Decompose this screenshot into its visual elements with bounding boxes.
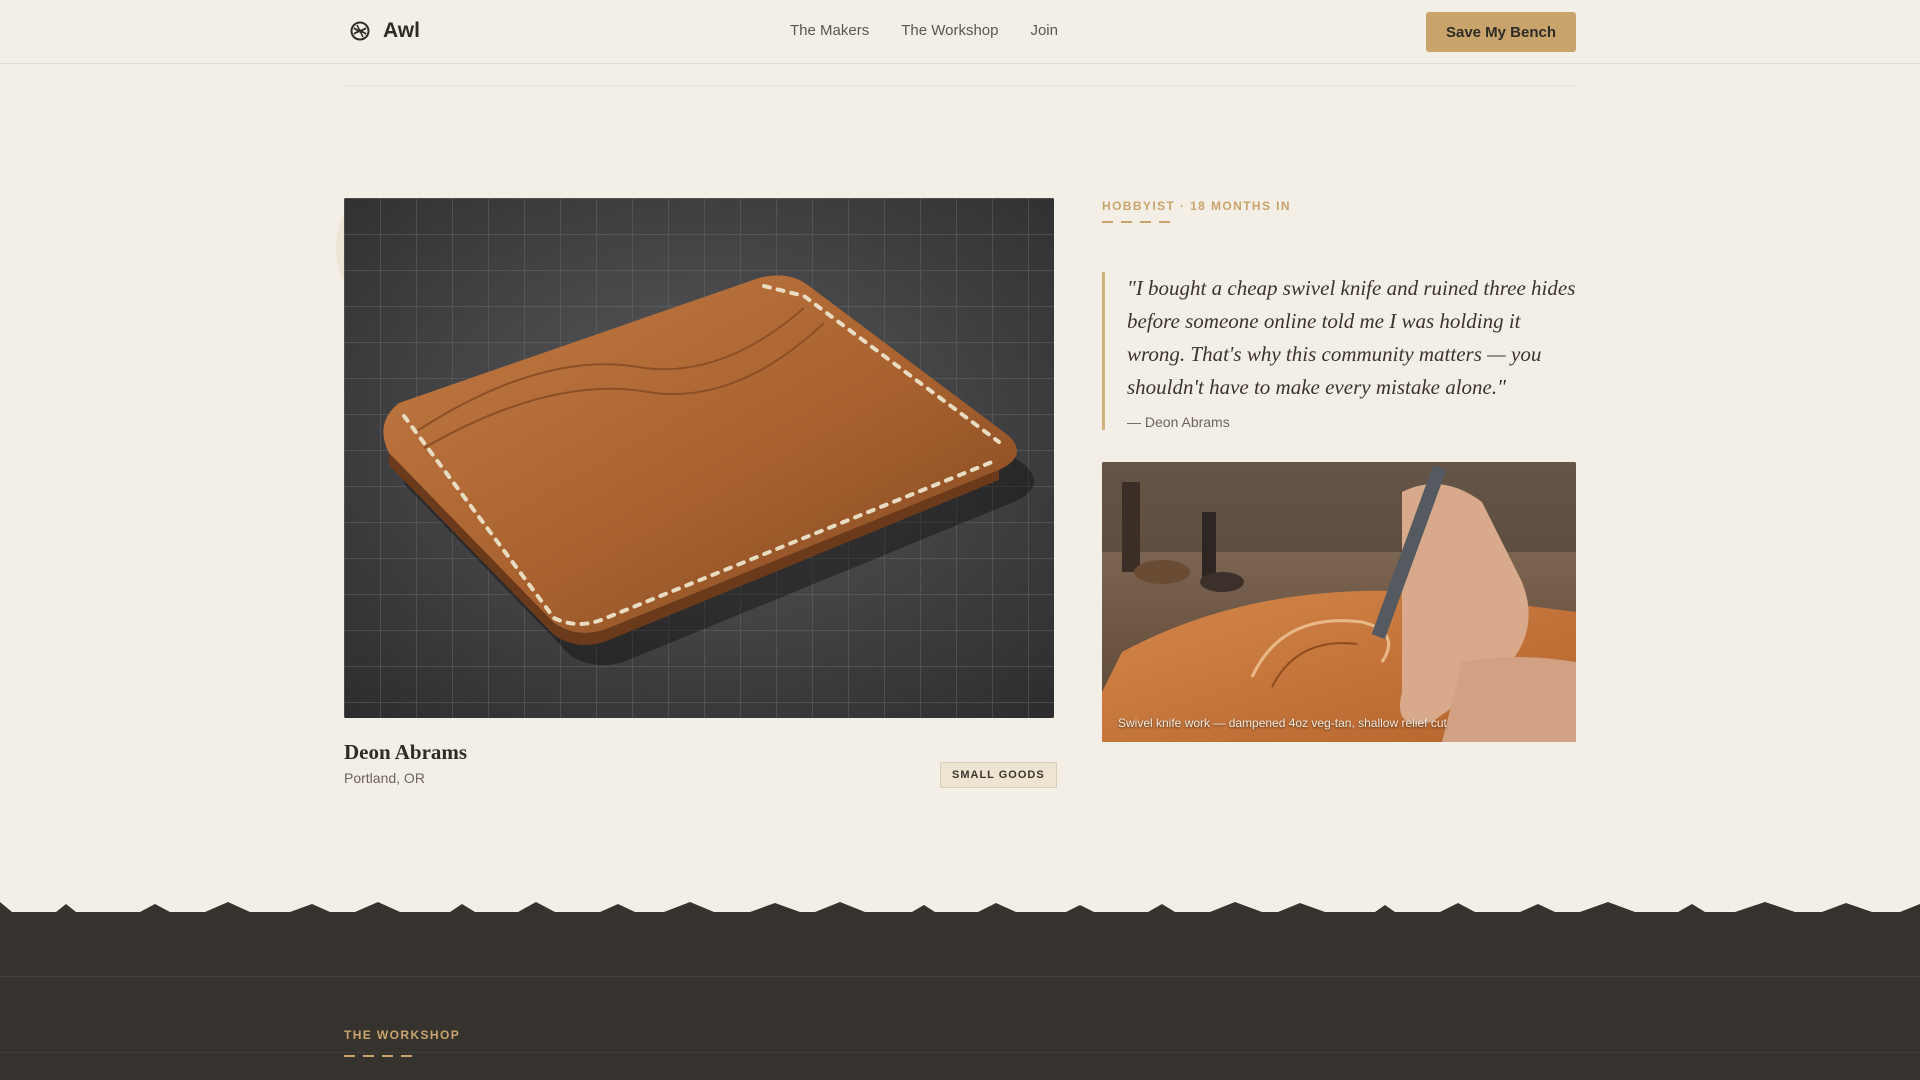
section-dashes (344, 1055, 412, 1057)
maker-location: Portland, OR (344, 770, 425, 786)
nav-link-join[interactable]: Join (1030, 22, 1058, 39)
nav-link-workshop[interactable]: The Workshop (901, 22, 998, 39)
testimonial-quote: "I bought a cheap swivel knife and ruine… (1102, 272, 1576, 430)
section-title: THE WORKSHOP (344, 1028, 461, 1042)
swivel-knife-photo: Swivel knife work — dampened 4oz veg-tan… (1102, 462, 1576, 742)
maker-eyebrow: HOBBYIST · 18 MONTHS IN (1102, 199, 1291, 213)
brand-name: Awl (383, 19, 420, 42)
photo-caption: Swivel knife work — dampened 4oz veg-tan… (1118, 716, 1447, 730)
knot-logo-icon (350, 21, 370, 41)
eyebrow-dashes (1102, 221, 1170, 223)
nav-link-makers[interactable]: The Makers (790, 22, 869, 39)
divider (0, 976, 1920, 977)
category-tag: SMALL GOODS (940, 762, 1057, 788)
site-header: Awl The Makers The Workshop Join Save My… (0, 0, 1920, 64)
divider (0, 1052, 1920, 1053)
brand-logo[interactable]: Awl (349, 19, 420, 43)
divider (344, 85, 1576, 86)
wallet-illustration (344, 198, 1054, 718)
main-nav: The Makers The Workshop Join (790, 22, 1058, 39)
maker-name: Deon Abrams (344, 740, 468, 764)
workshop-section: THE WORKSHOP (0, 912, 1920, 1080)
save-my-bench-button[interactable]: Save My Bench (1426, 12, 1576, 52)
swivel-knife-illustration (1102, 462, 1576, 742)
quote-attribution: — Deon Abrams (1127, 414, 1230, 430)
quote-text: "I bought a cheap swivel knife and ruine… (1127, 276, 1576, 399)
card-wallet-photo (344, 198, 1054, 718)
